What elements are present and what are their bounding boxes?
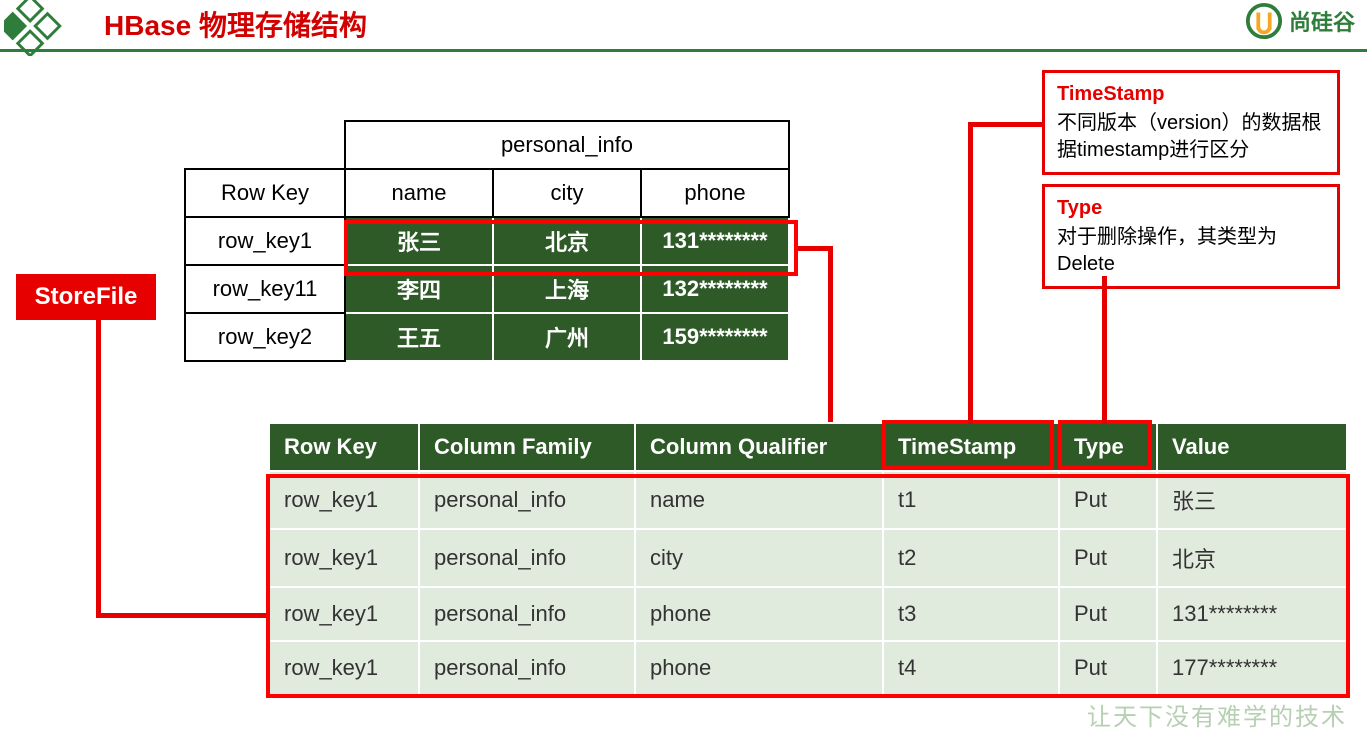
col-header-qualifier: Column Qualifier: [635, 423, 883, 471]
brand-text: 尚硅谷: [1289, 5, 1355, 37]
callout-title: Type: [1057, 195, 1325, 222]
col-header: city: [493, 169, 641, 217]
col-header-rowkey: Row Key: [269, 423, 419, 471]
cell: personal_info: [419, 587, 635, 641]
callout-title: TimeStamp: [1057, 81, 1325, 108]
connector-line: [1102, 276, 1107, 424]
cell: 北京: [1157, 529, 1347, 587]
row-key-header: Row Key: [185, 169, 345, 217]
cell: phone: [635, 587, 883, 641]
connector-line: [968, 122, 1044, 127]
callout-body: 对于删除操作，其类型为Delete: [1057, 224, 1325, 278]
callout-timestamp: TimeStamp 不同版本（version）的数据根据timestamp进行区…: [1042, 70, 1340, 175]
row-key-cell: row_key1: [185, 217, 345, 265]
diamond-grid-icon: [4, 0, 62, 56]
connector-line: [798, 246, 832, 251]
cell: row_key1: [269, 529, 419, 587]
cell: t2: [883, 529, 1059, 587]
logical-view-table: personal_info Row Key name city phone ro…: [184, 120, 790, 362]
footer-watermark: 让天下没有难学的技术: [1087, 697, 1347, 732]
cell: personal_info: [419, 641, 635, 695]
cell: personal_info: [419, 471, 635, 529]
connector-line: [96, 613, 268, 618]
data-cell: 159********: [641, 313, 789, 361]
table-row: row_key1 张三 北京 131********: [185, 217, 789, 265]
connector-line: [968, 124, 973, 424]
cell: row_key1: [269, 641, 419, 695]
col-header: name: [345, 169, 493, 217]
table-row: row_key1 personal_info name t1 Put 张三: [269, 471, 1347, 529]
connector-line: [828, 246, 833, 424]
cell: Put: [1059, 587, 1157, 641]
cell: 177********: [1157, 641, 1347, 695]
cell: Put: [1059, 529, 1157, 587]
cell: 131********: [1157, 587, 1347, 641]
cell: t1: [883, 471, 1059, 529]
col-header: phone: [641, 169, 789, 217]
page-title: HBase 物理存储结构: [104, 4, 367, 44]
cell: 张三: [1157, 471, 1347, 529]
row-key-cell: row_key11: [185, 265, 345, 313]
data-cell: 132********: [641, 265, 789, 313]
col-header-timestamp: TimeStamp: [883, 423, 1059, 471]
col-header-type: Type: [1059, 423, 1157, 471]
cell: Put: [1059, 641, 1157, 695]
data-cell: 张三: [345, 217, 493, 265]
col-header-value: Value: [1157, 423, 1347, 471]
header: HBase 物理存储结构 尚硅谷: [0, 0, 1367, 52]
cell: city: [635, 529, 883, 587]
data-cell: 上海: [493, 265, 641, 313]
data-cell: 王五: [345, 313, 493, 361]
cell: phone: [635, 641, 883, 695]
brand: 尚硅谷: [1245, 2, 1355, 40]
table-row: row_key2 王五 广州 159********: [185, 313, 789, 361]
col-header-cf: Column Family: [419, 423, 635, 471]
cell: personal_info: [419, 529, 635, 587]
data-cell: 131********: [641, 217, 789, 265]
connector-line: [96, 320, 101, 618]
table-row: row_key1 personal_info city t2 Put 北京: [269, 529, 1347, 587]
data-cell: 李四: [345, 265, 493, 313]
cell: row_key1: [269, 587, 419, 641]
cell: t3: [883, 587, 1059, 641]
data-cell: 北京: [493, 217, 641, 265]
table-row: row_key1 personal_info phone t4 Put 177*…: [269, 641, 1347, 695]
table-row: row_key1 personal_info phone t3 Put 131*…: [269, 587, 1347, 641]
cell: t4: [883, 641, 1059, 695]
callout-body: 不同版本（version）的数据根据timestamp进行区分: [1057, 110, 1325, 164]
cell: Put: [1059, 471, 1157, 529]
physical-cells-table: Row Key Column Family Column Qualifier T…: [268, 422, 1348, 696]
brand-logo-icon: [1245, 2, 1283, 40]
data-cell: 广州: [493, 313, 641, 361]
storefile-label: StoreFile: [16, 274, 156, 320]
callout-type: Type 对于删除操作，其类型为Delete: [1042, 184, 1340, 289]
column-family-header: personal_info: [345, 121, 789, 169]
cell: name: [635, 471, 883, 529]
table-header-row: Row Key Column Family Column Qualifier T…: [269, 423, 1347, 471]
row-key-cell: row_key2: [185, 313, 345, 361]
cell: row_key1: [269, 471, 419, 529]
table-row: row_key11 李四 上海 132********: [185, 265, 789, 313]
